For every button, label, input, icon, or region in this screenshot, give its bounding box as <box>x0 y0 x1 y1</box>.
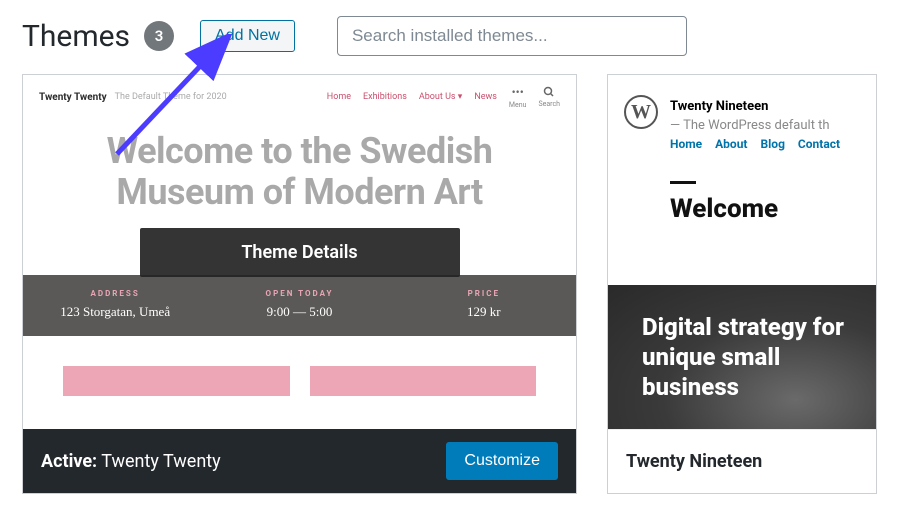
welcome-heading: Welcome <box>670 194 876 224</box>
theme-card-footer: Twenty Nineteen <box>608 429 876 493</box>
wordpress-logo-icon: W <box>624 95 658 129</box>
more-icon: ••• Menu <box>509 85 527 109</box>
theme-details-button[interactable]: Theme Details <box>140 228 460 277</box>
theme-name-label: Twenty Nineteen <box>626 451 762 472</box>
theme-card-twenty-nineteen[interactable]: W Twenty Nineteen — The WordPress defaul… <box>607 74 877 494</box>
themes-count-badge: 3 <box>144 21 174 51</box>
hero-line-1: Welcome to the Swedish <box>107 130 493 172</box>
nav-home: Home <box>670 137 702 151</box>
search-icon: Search <box>538 86 560 108</box>
hero-text: Digital strategy for unique small busine… <box>642 312 876 402</box>
dash-icon <box>670 181 696 184</box>
theme-card-twenty-twenty[interactable]: Twenty Twenty The Default Theme for 2020… <box>22 74 577 494</box>
preview-site-title: Twenty Nineteen <box>670 99 768 114</box>
preview-topbar: W Twenty Nineteen — The WordPress defaul… <box>608 75 876 159</box>
hero-line-2: Museum of Modern Art <box>116 171 482 213</box>
preview-nav: Home About Blog Contact <box>670 137 860 151</box>
menu-home: Home <box>327 92 351 102</box>
preview-site-title: Twenty Twenty <box>39 92 107 103</box>
info-open-label: OPEN TODAY <box>207 289 391 298</box>
page-title: Themes <box>22 19 130 54</box>
nav-blog: Blog <box>760 137 784 151</box>
themes-header: Themes 3 Add New <box>0 0 900 74</box>
preview-block <box>63 366 290 396</box>
info-address-value: 123 Storgatan, Umeå <box>23 304 207 320</box>
info-address-label: ADDRESS <box>23 289 207 298</box>
theme-card-footer: Active: Twenty Twenty Customize <box>23 429 576 493</box>
preview-welcome: Welcome <box>608 159 876 224</box>
preview-blocks <box>23 336 576 396</box>
preview-block <box>310 366 537 396</box>
themes-grid: Twenty Twenty The Default Theme for 2020… <box>0 74 900 494</box>
preview-hero-banner: Digital strategy for unique small busine… <box>608 285 876 429</box>
preview-menu: Home Exhibitions About Us ▾ News ••• Men… <box>327 85 560 109</box>
preview-tagline: The Default Theme for 2020 <box>115 92 227 102</box>
menu-news: News <box>474 92 497 102</box>
preview-hero: Welcome to the Swedish Museum of Modern … <box>23 113 576 220</box>
add-new-button[interactable]: Add New <box>200 20 295 52</box>
info-open-value: 9:00 — 5:00 <box>207 304 391 320</box>
preview-topbar: Twenty Twenty The Default Theme for 2020… <box>23 75 576 113</box>
active-theme-label: Active: Twenty Twenty <box>41 451 221 472</box>
menu-exhibitions: Exhibitions <box>363 92 407 102</box>
customize-button[interactable]: Customize <box>446 442 558 480</box>
nav-contact: Contact <box>798 137 840 151</box>
preview-tagline: — The WordPress default th <box>670 118 830 133</box>
info-price-label: PRICE <box>392 289 576 298</box>
preview-infobar: ADDRESS 123 Storgatan, Umeå OPEN TODAY 9… <box>23 275 576 336</box>
search-input[interactable] <box>337 16 687 56</box>
nav-about: About <box>715 137 747 151</box>
info-price-value: 129 kr <box>392 304 576 320</box>
menu-about: About Us ▾ <box>419 92 462 102</box>
